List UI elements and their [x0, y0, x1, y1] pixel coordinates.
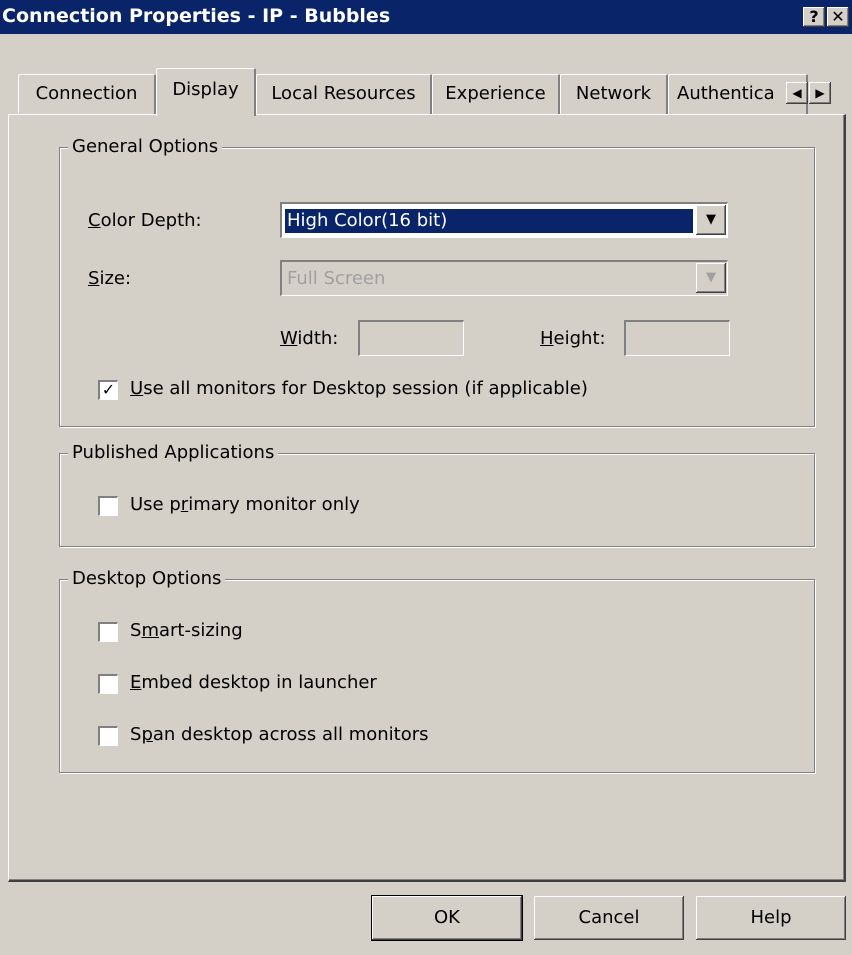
tab-label: Network: [575, 83, 652, 104]
tab-display[interactable]: Display: [156, 68, 256, 116]
published-applications-group: Published Applications Use primary monit…: [59, 442, 815, 547]
tab-label: Authentica: [677, 83, 775, 104]
size-label: Size:: [88, 268, 132, 289]
all-monitors-label[interactable]: Use all monitors for Desktop session (if…: [130, 378, 588, 399]
tab-label: Connection: [35, 83, 138, 104]
ok-button[interactable]: OK: [371, 895, 523, 941]
tab-experience[interactable]: Experience: [432, 74, 560, 114]
primary-monitor-label[interactable]: Use primary monitor only: [130, 494, 360, 515]
color-depth-label: Color Depth:: [88, 210, 202, 231]
tab-label: Local Resources: [271, 83, 416, 104]
embed-desktop-checkbox[interactable]: [98, 674, 118, 694]
desktop-options-group: Desktop Options Smart-sizing Embed deskt…: [59, 568, 815, 773]
chevron-down-icon: ▼: [706, 212, 716, 227]
tab-label: Experience: [445, 83, 546, 104]
span-desktop-label[interactable]: Span desktop across all monitors: [130, 724, 429, 745]
tab-network[interactable]: Network: [560, 74, 668, 114]
dropdown-button[interactable]: ▼: [696, 205, 726, 235]
triangle-left-icon: ◀: [792, 86, 802, 100]
title-bar[interactable]: Connection Properties - IP - Bubbles ? ✕: [0, 0, 852, 34]
close-icon: ✕: [831, 7, 845, 26]
cancel-button[interactable]: Cancel: [534, 896, 684, 940]
select-value: High Color(16 bit): [284, 208, 694, 234]
button-label: Help: [750, 907, 792, 928]
close-button[interactable]: ✕: [827, 7, 849, 27]
smart-sizing-label[interactable]: Smart-sizing: [130, 620, 243, 641]
size-select: Full Screen ▼: [280, 260, 728, 296]
general-options-group: General Options Color Depth: High Color(…: [59, 136, 815, 427]
smart-sizing-checkbox[interactable]: [98, 622, 118, 642]
tab-label: Display: [172, 79, 239, 100]
group-title: Desktop Options: [68, 568, 226, 589]
button-label: Cancel: [578, 907, 640, 928]
width-label: Width:: [280, 328, 339, 349]
button-label: OK: [434, 907, 460, 928]
chevron-down-icon: ▼: [706, 270, 716, 285]
select-value: Full Screen: [287, 268, 386, 289]
tab-local-resources[interactable]: Local Resources: [256, 74, 432, 114]
check-icon: ✓: [101, 380, 116, 399]
span-desktop-checkbox[interactable]: [98, 726, 118, 746]
dropdown-button: ▼: [696, 263, 726, 293]
all-monitors-checkbox[interactable]: ✓: [98, 380, 118, 400]
height-label: Height:: [540, 328, 606, 349]
help-title-button[interactable]: ?: [803, 7, 825, 27]
height-field: [624, 320, 730, 356]
display-tab-panel: General Options Color Depth: High Color(…: [8, 114, 846, 882]
window-title: Connection Properties - IP - Bubbles: [2, 5, 391, 27]
width-field: [358, 320, 464, 356]
tab-connection[interactable]: Connection: [18, 74, 156, 114]
group-title: General Options: [68, 136, 223, 157]
group-title: Published Applications: [68, 442, 279, 463]
color-depth-select[interactable]: High Color(16 bit) ▼: [280, 202, 728, 238]
tab-scroll-right-button[interactable]: ▶: [809, 82, 831, 104]
help-button[interactable]: Help: [696, 896, 846, 940]
tab-scroll-left-button[interactable]: ◀: [786, 82, 808, 104]
embed-desktop-label[interactable]: Embed desktop in launcher: [130, 672, 377, 693]
triangle-right-icon: ▶: [815, 86, 825, 100]
question-icon: ?: [809, 7, 819, 26]
primary-monitor-checkbox[interactable]: [98, 496, 118, 516]
